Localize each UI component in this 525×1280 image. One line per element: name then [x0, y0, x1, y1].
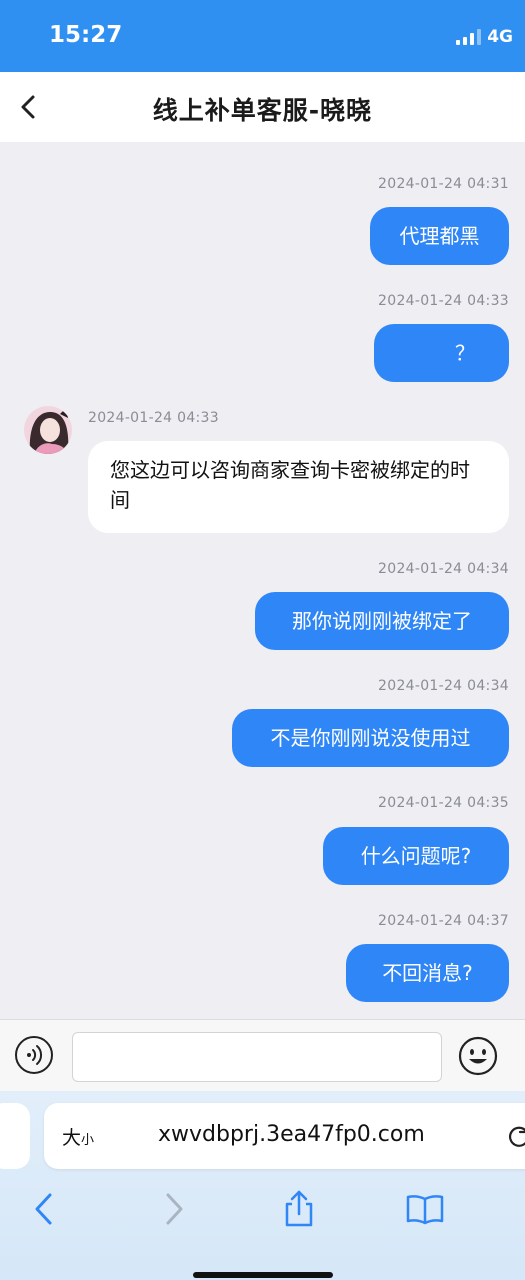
previous-tab[interactable]	[0, 1103, 30, 1169]
url-text: xwvdbprj.3ea47fp0.com	[158, 1122, 425, 1147]
signal-icon	[456, 29, 482, 45]
message-bubble-outgoing[interactable]: 什么问题呢?	[323, 827, 509, 885]
share-icon[interactable]	[279, 1189, 319, 1229]
text-size-small: 小	[81, 1133, 95, 1148]
agent-avatar[interactable]	[24, 406, 72, 454]
message-bubble-outgoing[interactable]: 不是你刚刚说没使用过	[232, 709, 509, 767]
text-size-big: 大	[62, 1127, 82, 1149]
message-timestamp: 2024-01-24 04:33	[88, 410, 219, 426]
page-title: 线上补单客服-晓晓	[152, 96, 373, 125]
status-time: 15:27	[49, 22, 123, 48]
message-bubble-incoming[interactable]: 您这边可以咨询商家查询卡密被绑定的时间	[88, 441, 509, 533]
status-indicators: 4G	[456, 27, 513, 47]
message-timestamp: 2024-01-24 04:37	[378, 913, 509, 929]
message-timestamp: 2024-01-24 04:33	[378, 293, 509, 309]
reload-icon[interactable]	[506, 1123, 525, 1149]
browser-forward-icon[interactable]	[153, 1189, 193, 1229]
message-bubble-outgoing[interactable]: 不回消息?	[346, 944, 509, 1002]
nav-bar: 线上补单客服-晓晓	[0, 72, 525, 142]
message-timestamp: 2024-01-24 04:31	[378, 176, 509, 192]
network-type: 4G	[487, 27, 513, 47]
voice-icon	[27, 1045, 43, 1065]
home-indicator	[193, 1272, 333, 1278]
bookmarks-icon[interactable]	[405, 1189, 445, 1229]
message-timestamp: 2024-01-24 04:34	[378, 561, 509, 577]
message-bubble-outgoing[interactable]: 代理都黑	[370, 207, 509, 265]
browser-toolbar: 大小 xwvdbprj.3ea47fp0.com	[0, 1091, 525, 1280]
emoji-button[interactable]	[458, 1036, 498, 1076]
message-input[interactable]	[72, 1032, 442, 1082]
message-input-bar	[0, 1019, 525, 1092]
message-bubble-outgoing[interactable]: ？	[374, 324, 509, 382]
message-timestamp: 2024-01-24 04:34	[378, 678, 509, 694]
status-bar: 15:27 4G	[0, 0, 525, 72]
browser-back-icon[interactable]	[25, 1189, 65, 1229]
message-timestamp: 2024-01-24 04:35	[378, 795, 509, 811]
address-bar[interactable]: 大小 xwvdbprj.3ea47fp0.com	[44, 1103, 525, 1169]
chat-area[interactable]: 2024-01-24 04:31 代理都黑 2024-01-24 04:33 ？…	[0, 142, 525, 1019]
voice-button[interactable]	[15, 1036, 53, 1074]
message-bubble-outgoing[interactable]: 那你说刚刚被绑定了	[255, 592, 509, 650]
emoji-icon	[458, 1036, 498, 1076]
text-size-button[interactable]: 大小	[62, 1123, 94, 1150]
